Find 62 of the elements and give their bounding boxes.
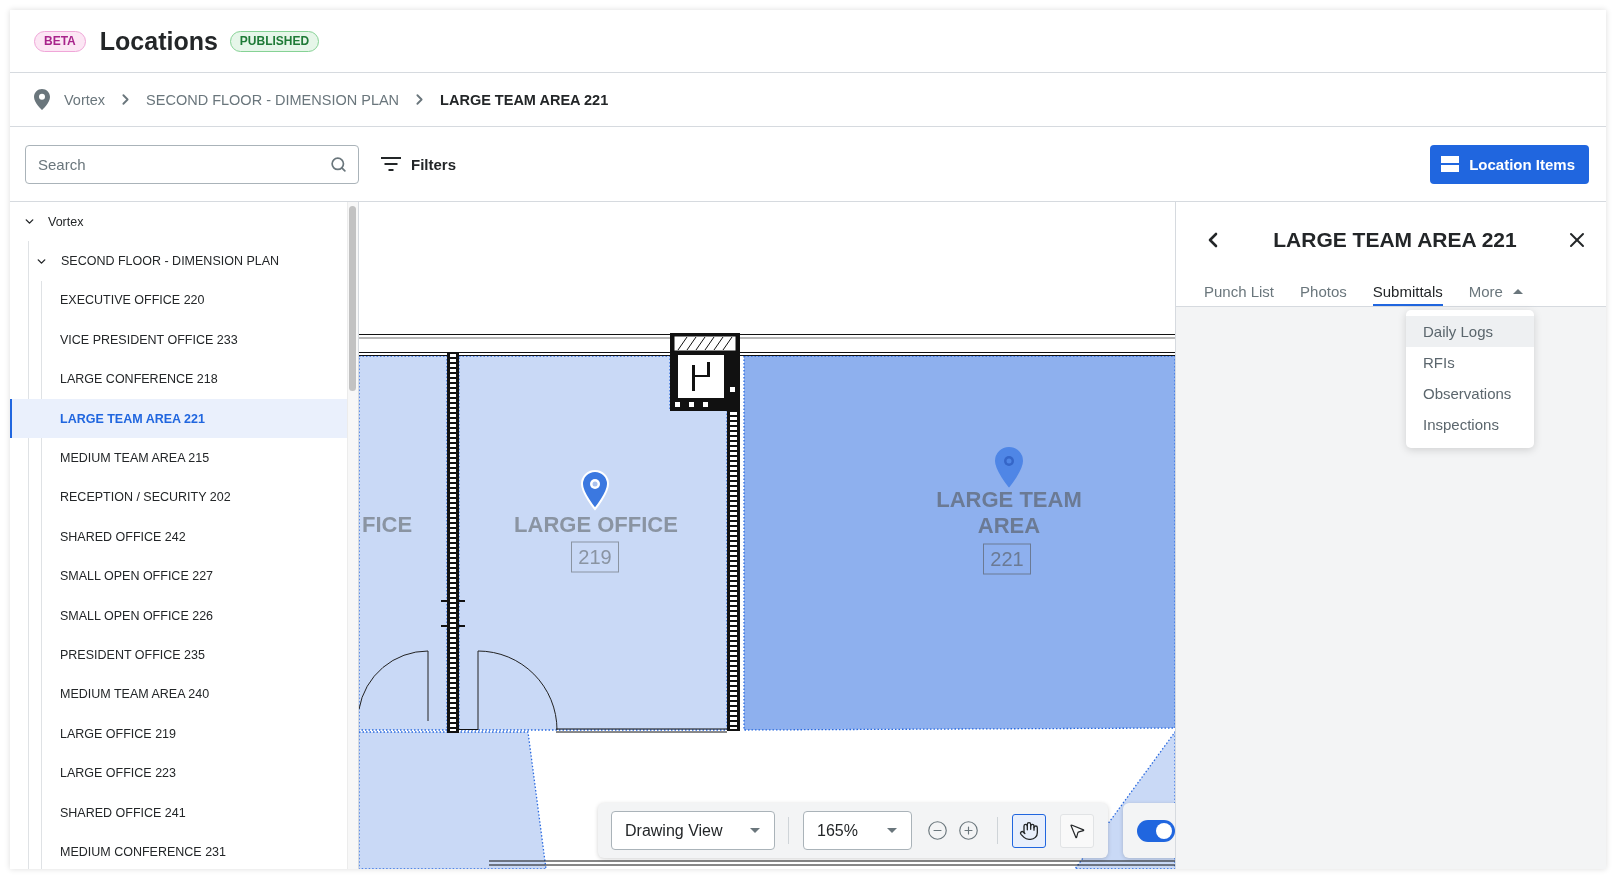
breadcrumb-link[interactable]: SECOND FLOOR - DIMENSION PLAN xyxy=(146,91,400,108)
panel-title: LARGE TEAM AREA 221 xyxy=(1272,228,1518,252)
zoom-out-button[interactable] xyxy=(927,820,948,841)
plus-circle-icon xyxy=(958,820,979,841)
tree-item[interactable]: LARGE TEAM AREA 221 xyxy=(10,398,347,439)
tree-item[interactable]: RECEPTION / SECURITY 202 xyxy=(10,477,347,518)
menu-item[interactable]: Observations xyxy=(1406,378,1534,409)
tree-item[interactable]: EXECUTIVE OFFICE 220 xyxy=(10,280,347,321)
scrollbar[interactable] xyxy=(347,202,358,869)
hand-icon xyxy=(1019,820,1039,841)
room-number-tag: 219 xyxy=(571,541,619,573)
tab[interactable]: Punch List xyxy=(1204,278,1275,306)
map-pin-icon xyxy=(34,89,50,110)
filter-icon xyxy=(381,157,401,171)
tab[interactable]: Submittals xyxy=(1372,278,1443,306)
view-toggle[interactable] xyxy=(1137,819,1175,842)
room-area[interactable] xyxy=(458,355,728,731)
tree-item[interactable]: MEDIUM CONFERENCE 231 xyxy=(10,832,347,869)
room-label: LARGE TEAM AREA xyxy=(936,487,1082,538)
beta-badge: BETA xyxy=(34,30,86,52)
door-swing-drawing xyxy=(359,650,429,722)
published-badge: PUBLISHED xyxy=(229,30,320,52)
breadcrumb-current: LARGE TEAM AREA 221 xyxy=(440,91,609,108)
hand-tool-button[interactable] xyxy=(1012,813,1046,848)
tree-item[interactable]: SHARED OFFICE 241 xyxy=(10,792,347,833)
tree-item[interactable]: MEDIUM TEAM AREA 240 xyxy=(10,674,347,715)
tab[interactable]: More xyxy=(1468,278,1523,306)
search-icon xyxy=(330,155,347,173)
minus-circle-icon xyxy=(927,820,948,841)
tree-item[interactable]: VICE PRESIDENT OFFICE 233 xyxy=(10,320,347,360)
search-field[interactable]: Search xyxy=(25,144,359,184)
scrollbar-thumb[interactable] xyxy=(349,206,356,391)
tree-item[interactable]: LARGE OFFICE 219 xyxy=(10,714,347,754)
location-pin-icon[interactable] xyxy=(995,447,1023,487)
pointer-icon xyxy=(1068,821,1086,840)
room-number-tag: 221 xyxy=(983,543,1031,575)
tree-item[interactable]: LARGE OFFICE 223 xyxy=(10,753,347,793)
pointer-tool-button[interactable] xyxy=(1060,813,1094,848)
room-label: LARGE OFFICE xyxy=(514,512,678,537)
breadcrumb-link[interactable]: Vortex xyxy=(64,91,106,108)
menu-item[interactable]: Daily Logs xyxy=(1406,316,1534,347)
zoom-select[interactable]: 165% xyxy=(803,811,912,850)
filters-button[interactable]: Filters xyxy=(381,151,456,177)
caret-down-icon xyxy=(887,828,897,833)
menu-item[interactable]: Inspections xyxy=(1406,409,1534,440)
view-select[interactable]: Drawing View xyxy=(611,811,775,850)
tree-item[interactable]: SHARED OFFICE 242 xyxy=(10,517,347,557)
tree-item[interactable]: MEDIUM TEAM AREA 215 xyxy=(10,438,347,478)
room-label: FICE xyxy=(362,512,413,537)
location-items-button[interactable]: Location Items xyxy=(1430,144,1589,184)
tree-item[interactable]: SMALL OPEN OFFICE 226 xyxy=(10,595,347,636)
caret-down-icon xyxy=(750,828,760,833)
rows-icon xyxy=(1441,156,1460,172)
zoom-in-button[interactable] xyxy=(958,820,979,841)
tree-item[interactable]: PRESIDENT OFFICE 235 xyxy=(10,635,347,675)
tree-item[interactable]: SECOND FLOOR - DIMENSION PLAN xyxy=(10,241,347,281)
tree-item[interactable]: SMALL OPEN OFFICE 227 xyxy=(10,556,347,596)
tab[interactable]: Photos xyxy=(1300,278,1347,306)
menu-item[interactable]: RFIs xyxy=(1406,347,1534,378)
tree-item[interactable]: LARGE CONFERENCE 218 xyxy=(10,359,347,399)
tree-item[interactable]: Vortex xyxy=(10,202,347,242)
page-title: Locations xyxy=(99,26,218,56)
